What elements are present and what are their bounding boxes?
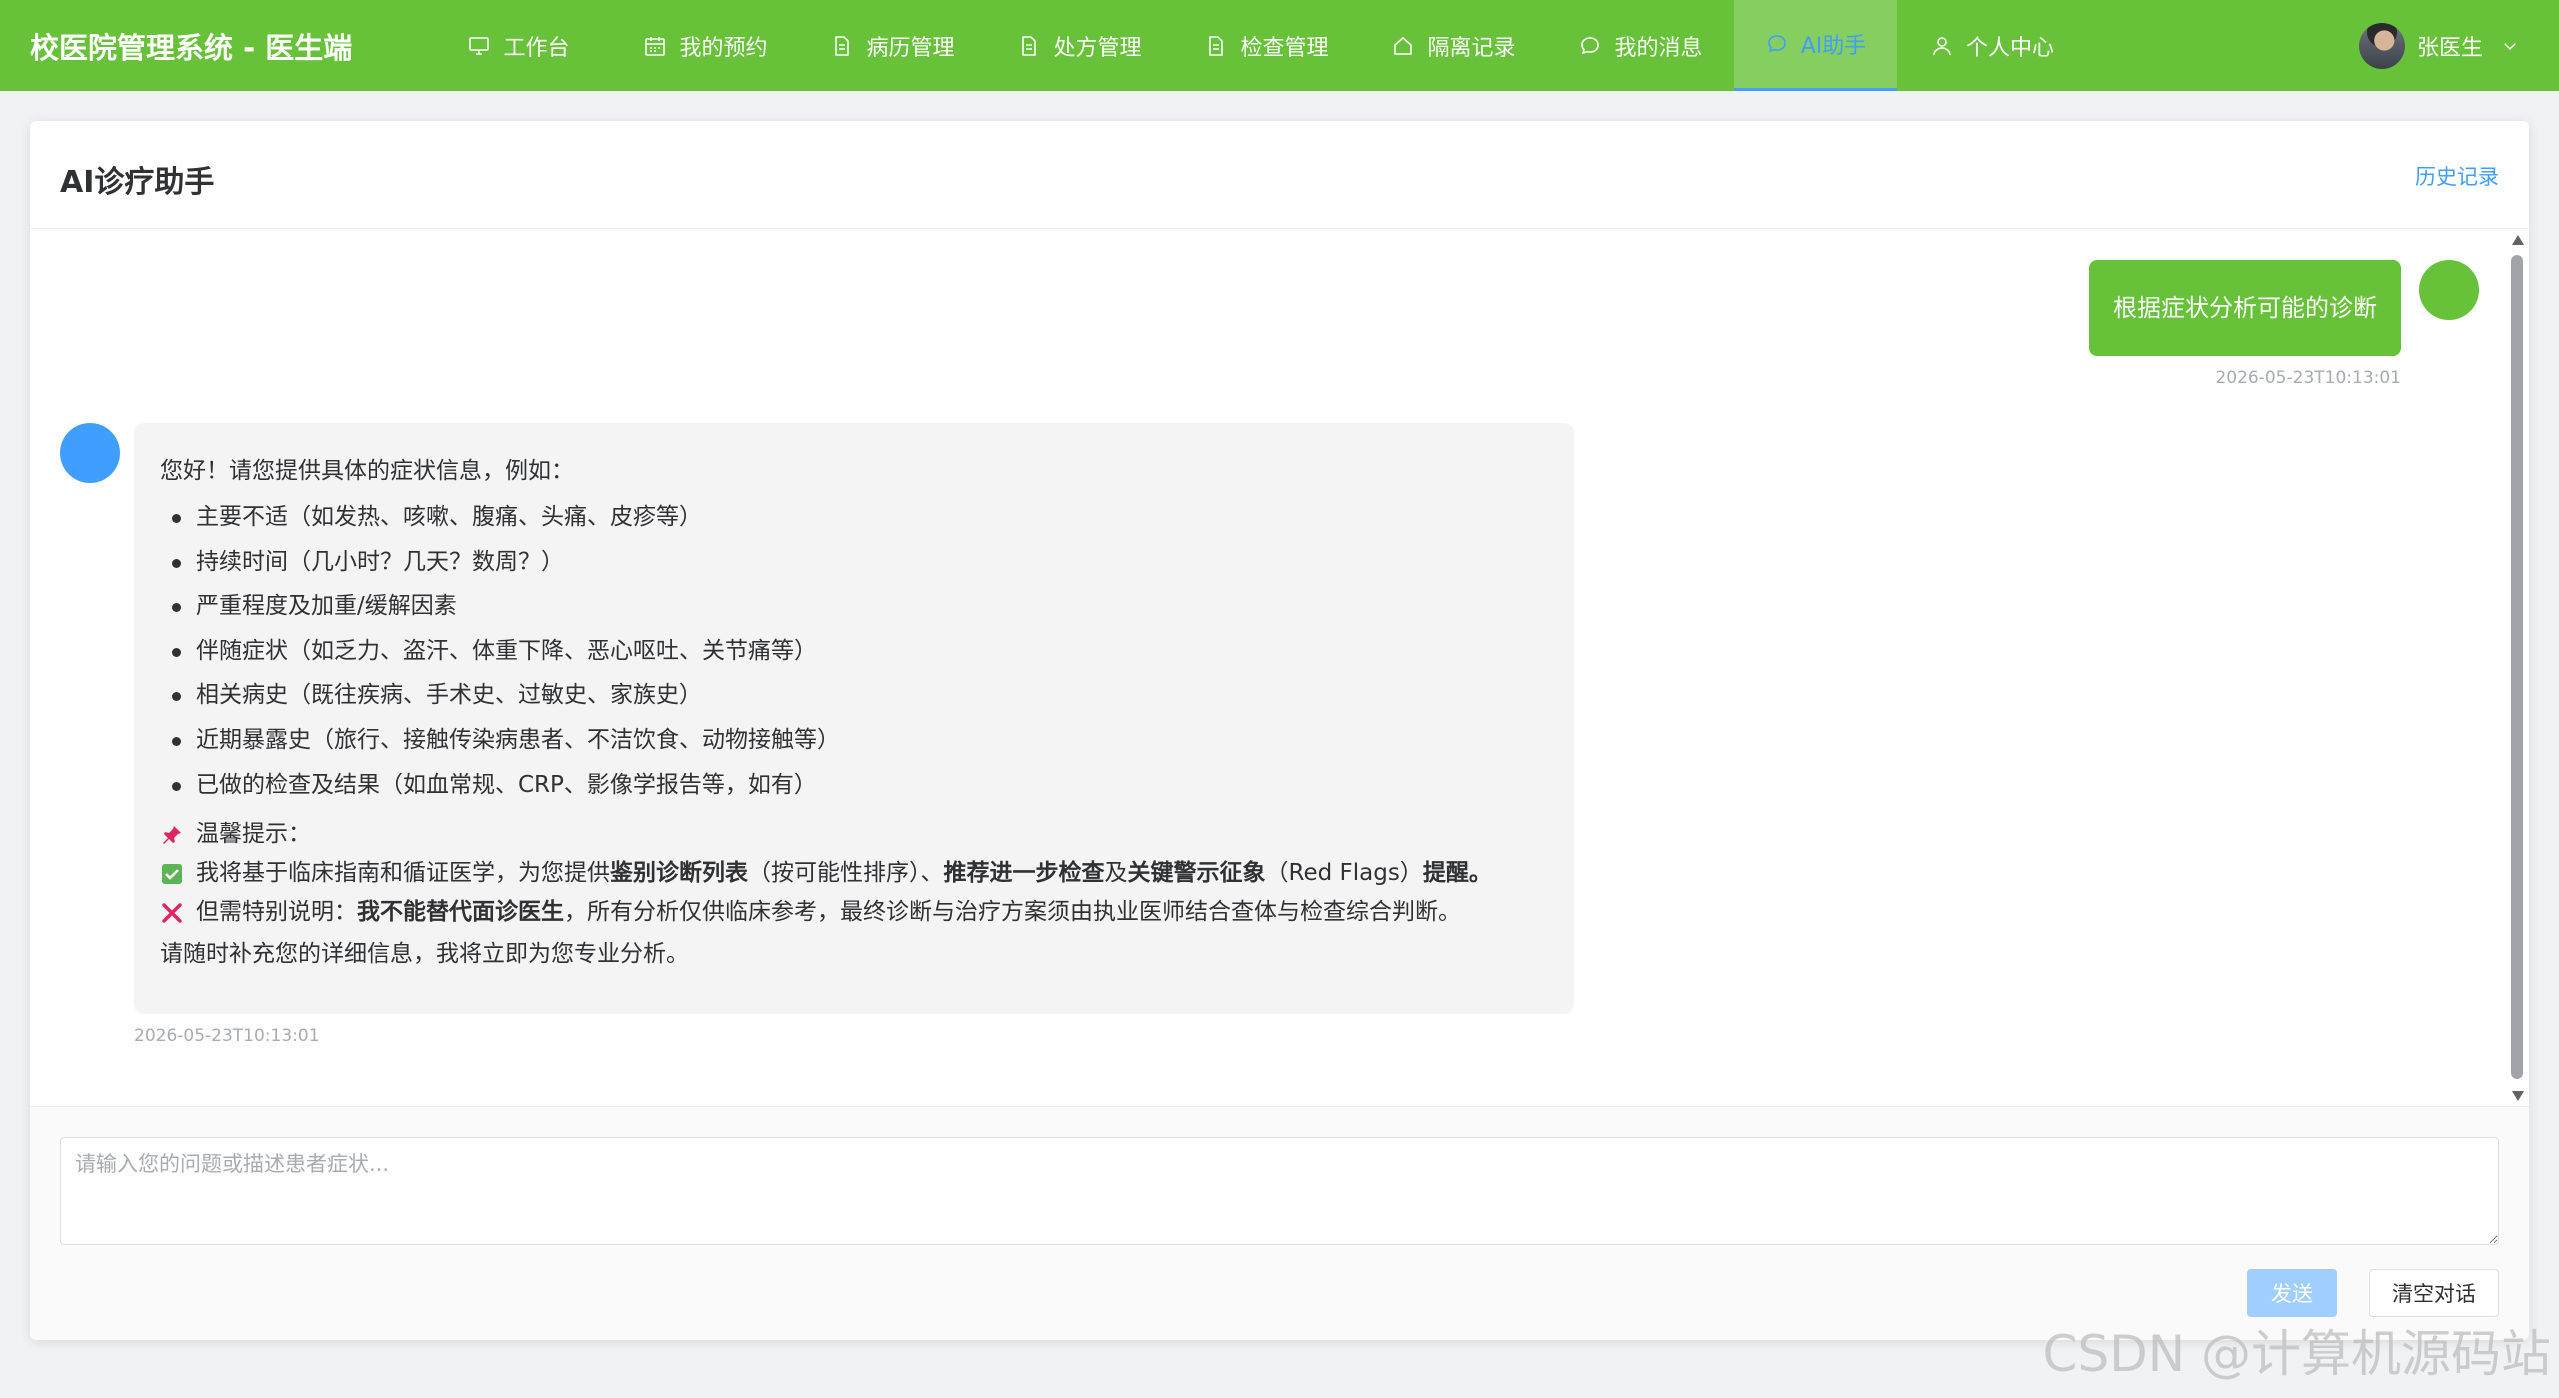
user-icon <box>1933 36 1951 55</box>
document-icon <box>1022 35 1037 56</box>
tip-bold: 鉴别诊断列表 <box>610 860 748 887</box>
scrollbar-thumb[interactable] <box>2511 255 2523 1079</box>
card-header: AI诊疗助手 历史记录 <box>30 121 2529 229</box>
document-icon <box>1209 35 1224 56</box>
tip-text: 我将基于临床指南和循证医学，为您提供 <box>196 860 610 887</box>
user-avatar <box>2419 260 2479 320</box>
symptom-list: 主要不适（如发热、咳嗽、腹痛、头痛、皮疹等） 持续时间（几小时？几天？数周？） … <box>160 495 1548 807</box>
chat-icon <box>1581 36 1600 54</box>
nav-item-label: 处方管理 <box>1053 35 1142 61</box>
chevron-down-icon <box>2504 42 2516 50</box>
history-link[interactable]: 历史记录 <box>2415 161 2499 191</box>
tip-bold: 我不能替代面诊医生 <box>357 899 564 926</box>
chat-icon <box>1767 35 1786 53</box>
nav-item-ai-assistant[interactable]: AI助手 <box>1734 0 1897 91</box>
nav-item-messages[interactable]: 我的消息 <box>1547 0 1734 91</box>
nav-item-label: 隔离记录 <box>1427 35 1516 61</box>
ai-intro: 您好！请您提供具体的症状信息，例如： <box>160 458 574 484</box>
clear-chat-button[interactable]: 清空对话 <box>2369 1269 2499 1317</box>
list-item: 主要不适（如发热、咳嗽、腹痛、头痛、皮疹等） <box>170 495 1548 540</box>
nav-item-prescriptions[interactable]: 处方管理 <box>986 0 1173 91</box>
pushpin-icon <box>163 825 181 844</box>
ai-closing: 请随时补充您的详细信息，我将立即为您专业分析。 <box>160 941 689 968</box>
nav-item-label: 个人中心 <box>1965 35 2054 61</box>
nav-item-label: AI助手 <box>1800 34 1867 59</box>
nav-item-label: 病历管理 <box>866 35 955 61</box>
nav-item-label: 我的消息 <box>1614 35 1703 61</box>
nav-item-label: 检查管理 <box>1240 35 1329 61</box>
app-title: 校医院管理系统 - 医生端 <box>30 31 353 65</box>
message-timestamp: 2026-05-23T10:13:01 <box>2215 368 2401 388</box>
tip-line-2: 但需特别说明： 我不能替代面诊医生 ，所有分析仅供临床参考，最终诊断与治疗方案须由执… <box>160 893 1548 932</box>
list-item: 相关病史（既往疾病、手术史、过敏史、家族史） <box>170 673 1548 718</box>
tip-text: （按可能性排序）、 <box>748 860 944 887</box>
list-item: 持续时间（几小时？几天？数周？） <box>170 540 1548 585</box>
nav-item-exams[interactable]: 检查管理 <box>1173 0 1360 91</box>
tip-text: （Red Flags） <box>1265 860 1423 887</box>
house-icon <box>1394 36 1413 55</box>
scroll-down-arrow[interactable] <box>2512 1091 2524 1101</box>
calendar-icon <box>645 36 666 56</box>
tip-text: 及 <box>1104 860 1128 887</box>
tip-bold: 关键警示征象 <box>1127 860 1266 887</box>
message-timestamp: 2026-05-23T10:13:01 <box>134 1026 320 1046</box>
cross-mark-icon <box>162 902 182 923</box>
tip-text: 但需特别说明： <box>196 899 357 926</box>
nav-item-workbench[interactable]: 工作台 <box>425 0 612 91</box>
tip-line-1: 我将基于临床指南和循证医学，为您提供 鉴别诊断列表 （按可能性排序）、 推荐进一步检查… <box>160 854 1548 893</box>
user-message-bubble: 根据症状分析可能的诊断 <box>2089 260 2401 356</box>
monitor-icon <box>469 36 490 55</box>
tip-title-line: 温馨提示： <box>160 815 1548 854</box>
nav-item-records[interactable]: 病历管理 <box>799 0 986 91</box>
tip-text: ，所有分析仅供临床参考，最终诊断与治疗方案须由执业医师结合查体与检查综合判断。 <box>564 899 1461 926</box>
nav-item-label: 我的预约 <box>679 35 768 61</box>
tip-bold: 推荐进一步检查 <box>943 860 1105 887</box>
ai-message-bubble: 您好！请您提供具体的症状信息，例如： 主要不适（如发热、咳嗽、腹痛、头痛、皮疹等… <box>134 423 1574 1014</box>
nav-item-isolation[interactable]: 隔离记录 <box>1360 0 1547 91</box>
main-nav: 工作台 我的预约 病历管理 处方管理 检查管理 隔离记录 我的消息 AI助手 个… <box>425 0 2087 91</box>
user-name: 张医生 <box>2416 35 2483 61</box>
send-button[interactable]: 发送 <box>2247 1269 2337 1317</box>
message-scrollbar[interactable] <box>2509 233 2525 1103</box>
list-item: 近期暴露史（旅行、接触传染病患者、不洁饮食、动物接触等） <box>170 718 1548 763</box>
list-item: 已做的检查及结果（如血常规、CRP、影像学报告等，如有） <box>170 763 1548 808</box>
nav-item-label: 工作台 <box>503 35 570 61</box>
document-icon <box>835 35 850 56</box>
nav-item-appointments[interactable]: 我的预约 <box>612 0 799 91</box>
scroll-up-arrow[interactable] <box>2512 235 2524 245</box>
message-list[interactable]: 根据症状分析可能的诊断 2026-05-23T10:13:01 您好！请您提供具… <box>30 230 2529 1105</box>
list-item: 严重程度及加重/缓解因素 <box>170 584 1548 629</box>
watermark: CSDN @计算机源码站 <box>2042 1325 2551 1383</box>
check-box-icon <box>162 863 182 884</box>
question-input[interactable] <box>60 1137 2499 1245</box>
user-menu[interactable]: 张医生 <box>2358 0 2519 91</box>
ai-assistant-card: AI诊疗助手 历史记录 根据症状分析可能的诊断 2026-05-23T10:13… <box>30 121 2529 1340</box>
page-title: AI诊疗助手 <box>60 165 215 200</box>
top-navbar: 校医院管理系统 - 医生端 工作台 我的预约 病历管理 处方管理 检查管理 隔离… <box>0 0 2559 91</box>
nav-item-profile[interactable]: 个人中心 <box>1897 0 2087 91</box>
avatar <box>2358 22 2405 69</box>
list-item: 伴随症状（如乏力、盗汗、体重下降、恶心呕吐、关节痛等） <box>170 629 1548 674</box>
input-area: 发送 清空对话 <box>30 1106 2529 1340</box>
tip-title: 温馨提示： <box>196 821 311 848</box>
ai-avatar <box>60 423 120 483</box>
tip-bold: 提醒。 <box>1422 860 1492 887</box>
